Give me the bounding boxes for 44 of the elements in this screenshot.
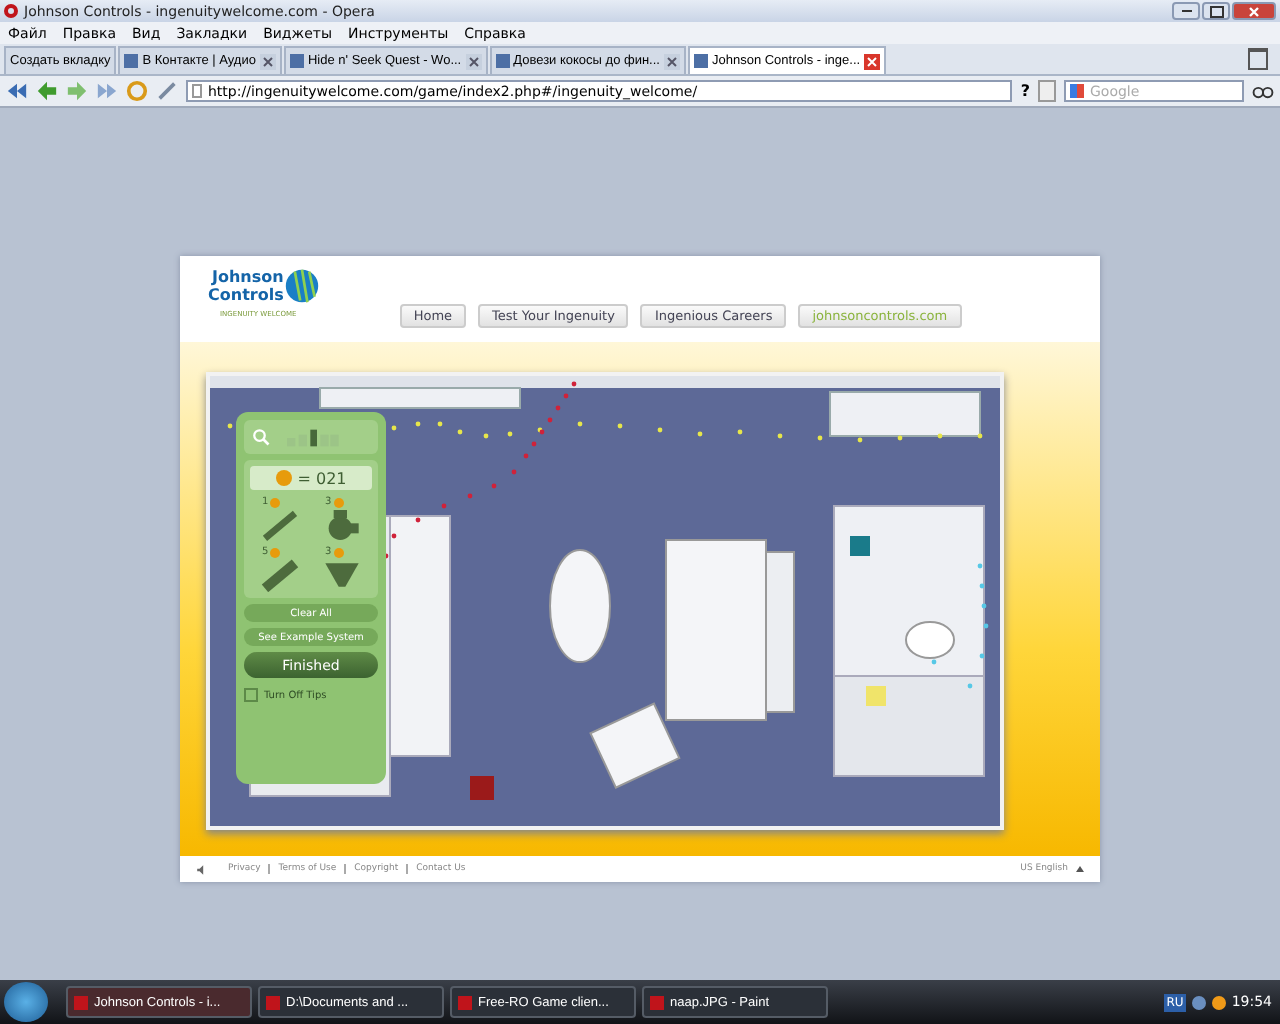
rewind-icon[interactable] [6, 80, 28, 102]
start-button[interactable] [4, 982, 48, 1022]
funnel-icon[interactable] [322, 558, 363, 592]
trash-icon[interactable] [1248, 48, 1268, 70]
app-icon [458, 995, 472, 1009]
page-icon [124, 54, 139, 68]
dropdown-icon[interactable] [1038, 80, 1056, 102]
fast-forward-icon[interactable] [96, 80, 118, 102]
coin-icon [333, 497, 344, 507]
logo-name: Johnson [212, 268, 284, 286]
app-icon [74, 995, 88, 1009]
close-tab-icon[interactable] [465, 53, 482, 69]
page-icon [495, 54, 510, 68]
page-icon [289, 54, 304, 68]
close-button[interactable] [1232, 2, 1276, 20]
app-icon [266, 995, 280, 1009]
toilet [905, 621, 955, 659]
duct-icon[interactable] [259, 558, 300, 592]
opera-logo-icon [4, 4, 18, 18]
app-icon [650, 995, 664, 1009]
search-engine-icon [1070, 84, 1084, 98]
forward-arrow-icon[interactable] [66, 80, 88, 102]
pen-icon[interactable] [156, 80, 178, 102]
speaker-icon[interactable] [196, 863, 208, 875]
reload-icon[interactable] [126, 80, 148, 102]
checkbox[interactable] [244, 688, 258, 702]
maximize-button[interactable] [1202, 2, 1230, 20]
coffee-table [549, 549, 611, 663]
striped-globe-icon [283, 268, 320, 304]
coin-icon [333, 547, 344, 557]
zoom-scale-icon[interactable] [282, 427, 342, 447]
page-icon [693, 54, 708, 68]
help-button[interactable]: ? [1020, 82, 1030, 100]
close-icon [1248, 5, 1260, 17]
close-tab-icon[interactable] [259, 53, 276, 69]
minimize-button[interactable] [1172, 2, 1200, 20]
close-tab-icon[interactable] [663, 53, 680, 69]
back-arrow-icon[interactable] [36, 80, 58, 102]
caret-icon[interactable] [1076, 866, 1084, 872]
budget-display: = 021 [250, 466, 372, 490]
logo-name: Controls [208, 286, 284, 304]
dot-trail [931, 563, 989, 689]
coin-icon [270, 547, 281, 557]
pipe-icon[interactable] [259, 508, 300, 542]
